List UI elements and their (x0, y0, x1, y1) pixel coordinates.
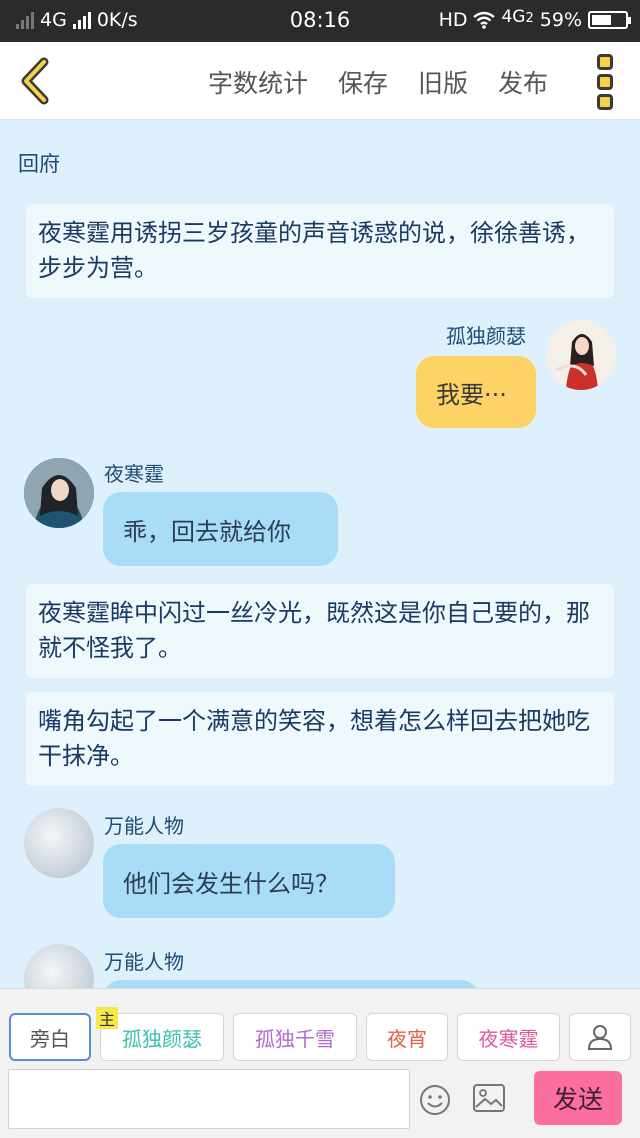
avatar-image (24, 458, 94, 528)
status-right: HD 4G2 59% (438, 7, 631, 31)
hd-label: HD (438, 9, 468, 31)
old-version-button[interactable]: 旧版 (418, 64, 468, 100)
sender-name: 夜寒霆 (104, 462, 164, 486)
status-bar: 4G 0K/s 08:16 HD 4G2 59% (0, 0, 640, 42)
smiley-icon (420, 1085, 450, 1115)
sender-name: 万能人物 (104, 814, 184, 838)
sender-name: 孤独颜瑟 (446, 324, 526, 348)
person-icon (587, 1025, 613, 1050)
chat-bubble[interactable]: 他们会发生什么吗？ (103, 844, 395, 918)
battery-fill (592, 15, 611, 25)
role-button[interactable]: 孤独千雪 (233, 1013, 357, 1061)
wifi-icon (473, 11, 496, 29)
chat-bubble[interactable]: 我要··· (416, 356, 536, 428)
publish-button[interactable]: 发布 (498, 64, 548, 100)
emoji-button[interactable] (418, 1083, 452, 1117)
role-narrator-button[interactable]: 旁白 (9, 1013, 91, 1061)
app-header: 字数统计 保存 旧版 发布 (0, 42, 640, 120)
composer-bar: 旁白 孤独颜瑟 主 孤独千雪 夜宵 夜寒霆 发送 (0, 988, 640, 1138)
add-role-button[interactable] (569, 1013, 631, 1061)
header-nav: 字数统计 保存 旧版 发布 (208, 64, 548, 100)
avatar[interactable] (24, 458, 94, 528)
back-button[interactable] (12, 54, 62, 108)
chevron-left-icon (21, 57, 49, 105)
word-count-button[interactable]: 字数统计 (208, 64, 308, 100)
avatar[interactable] (546, 320, 616, 390)
message-input[interactable] (8, 1069, 410, 1129)
avatar[interactable] (24, 808, 94, 878)
battery-icon (588, 11, 631, 29)
host-badge: 主 (96, 1007, 118, 1029)
narration-block[interactable]: 嘴角勾起了一个满意的笑容，想着怎么样回去把她吃干抹净。 (26, 692, 614, 786)
more-vertical-icon[interactable] (592, 54, 618, 110)
avatar-image (546, 320, 616, 390)
role-button[interactable]: 孤独颜瑟 (100, 1013, 224, 1061)
save-button[interactable]: 保存 (338, 64, 388, 100)
chat-bubble[interactable]: 乖，回去就给你 (103, 492, 338, 566)
role-button[interactable]: 夜寒霆 (457, 1013, 560, 1061)
network-right: 4G2 (501, 7, 534, 27)
narration-block[interactable]: 夜寒霆用诱拐三岁孩童的声音诱惑的说，徐徐善诱，步步为营。 (26, 204, 614, 298)
sender-name: 万能人物 (104, 950, 184, 974)
chapter-title: 回府 (18, 152, 60, 176)
image-icon (473, 1084, 505, 1112)
chat-area[interactable]: 回府 夜寒霆用诱拐三岁孩童的声音诱惑的说，徐徐善诱，步步为营。 孤独颜瑟 我要·… (0, 120, 640, 988)
image-button[interactable] (472, 1083, 506, 1113)
battery-percent: 59% (539, 9, 582, 31)
role-button[interactable]: 夜宵 (366, 1013, 448, 1061)
avatar[interactable] (24, 944, 94, 988)
narration-block[interactable]: 夜寒霆眸中闪过一丝冷光，既然这是你自己要的，那就不怪我了。 (26, 584, 614, 678)
send-button[interactable]: 发送 (534, 1071, 622, 1125)
chat-bubble[interactable] (103, 980, 479, 988)
